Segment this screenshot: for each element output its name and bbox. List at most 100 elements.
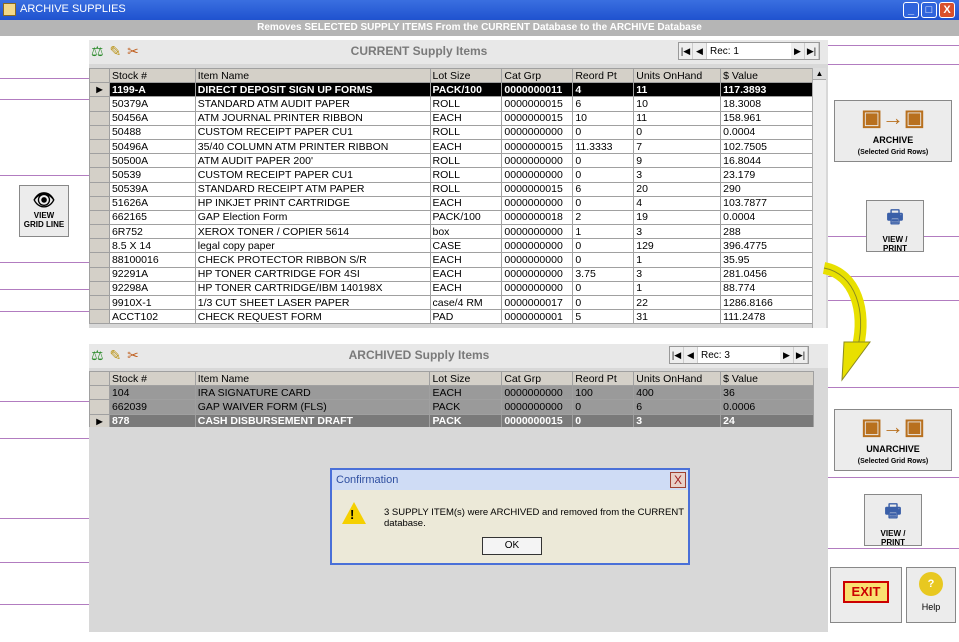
table-cell[interactable]: 662165 [108, 209, 196, 226]
maximize-button[interactable]: □ [921, 2, 937, 18]
table-cell[interactable]: 0000000017 [501, 294, 574, 311]
table-cell[interactable]: 288 [720, 224, 814, 240]
table-row[interactable]: 50456A ATM JOURNAL PRINTER RIBBON EACH 0000… [89, 110, 814, 126]
view-grid-line-button[interactable]: 👁 VIEW GRID LINE [19, 185, 69, 237]
table-cell[interactable]: 0 [572, 153, 635, 169]
table-cell[interactable]: 51626A [108, 195, 196, 211]
column-header[interactable]: Reord Pt [572, 67, 635, 84]
table-cell[interactable]: EACH [429, 138, 503, 155]
table-row[interactable]: 50379A STANDARD ATM AUDIT PAPER ROLL 000000… [89, 96, 814, 112]
table-cell[interactable]: legal copy paper [194, 238, 431, 254]
row-selector[interactable] [89, 280, 110, 297]
table-row[interactable]: 92298A HP TONER CARTRIDGE/IBM 140198X EACH… [89, 280, 814, 297]
current-grid[interactable]: Stock # Item Name Lot Size Cat Grp Reord… [89, 67, 814, 325]
table-cell[interactable]: ATM AUDIT PAPER 200' [194, 153, 431, 169]
table-row[interactable]: 8.5 X 14 legal copy paper CASE 0000000000 0 1… [89, 238, 814, 254]
table-cell[interactable]: box [429, 224, 503, 240]
table-cell[interactable]: 4 [572, 82, 635, 98]
table-cell[interactable]: 35/40 COLUMN ATM PRINTER RIBBON [194, 138, 431, 155]
table-cell[interactable]: 50496A [108, 138, 196, 155]
table-cell[interactable]: case/4 RM [429, 294, 503, 311]
table-cell[interactable]: PACK/100 [429, 209, 503, 226]
table-row[interactable]: 51626A HP INKJET PRINT CARTRIDGE EACH 00000… [89, 195, 814, 211]
row-selector[interactable] [89, 110, 110, 126]
table-cell[interactable]: 1286.8166 [720, 294, 814, 311]
table-cell[interactable]: 11 [633, 110, 722, 126]
table-cell[interactable]: CHECK REQUEST FORM [194, 309, 431, 325]
table-cell[interactable]: GAP WAIVER FORM (FLS) [194, 399, 431, 415]
table-cell[interactable]: 88100016 [108, 252, 196, 268]
table-cell[interactable]: 18.3008 [720, 96, 814, 112]
table-cell[interactable]: EACH [429, 385, 503, 401]
minimize-button[interactable]: _ [903, 2, 919, 18]
column-header[interactable]: $ Value [720, 370, 814, 387]
table-cell[interactable]: 104 [108, 385, 196, 401]
table-cell[interactable]: 0000000000 [501, 238, 574, 254]
table-cell[interactable]: 1 [572, 224, 635, 240]
table-cell[interactable]: 0000000018 [501, 209, 574, 226]
table-cell[interactable]: 0000000000 [501, 167, 574, 183]
column-header[interactable]: Cat Grp [501, 370, 574, 387]
table-cell[interactable]: 31 [633, 309, 722, 325]
row-selector[interactable] [89, 153, 110, 169]
column-header[interactable]: Stock # [108, 370, 196, 387]
table-cell[interactable]: 16.8044 [720, 153, 814, 169]
table-cell[interactable]: 0000000000 [501, 252, 574, 268]
table-cell[interactable]: EACH [429, 266, 503, 282]
table-row[interactable]: 50488 CUSTOM RECEIPT PAPER CU1 ROLL 0000000… [89, 124, 814, 140]
table-row[interactable]: 662039 GAP WAIVER FORM (FLS) PACK 000000000… [89, 399, 814, 415]
table-cell[interactable]: 22 [633, 294, 722, 311]
table-cell[interactable]: EACH [429, 280, 503, 297]
table-cell[interactable]: ROLL [429, 167, 503, 183]
table-cell[interactable]: 396.4775 [720, 238, 814, 254]
row-selector[interactable] [89, 181, 110, 197]
table-cell[interactable]: 0.0006 [720, 399, 814, 415]
table-cell[interactable]: 0000000015 [501, 138, 574, 155]
table-cell[interactable]: 1/3 CUT SHEET LASER PAPER [194, 294, 431, 311]
column-header[interactable]: Stock # [108, 67, 196, 84]
ok-button[interactable]: OK [482, 537, 542, 555]
table-cell[interactable]: 0000000001 [501, 309, 574, 325]
table-cell[interactable]: 103.7877 [720, 195, 814, 211]
table-row[interactable]: 104 IRA SIGNATURE CARD EACH 0000000000 100 40… [89, 385, 814, 401]
table-cell[interactable]: 23.179 [720, 167, 814, 183]
table-row[interactable]: 9910X-1 1/3 CUT SHEET LASER PAPER case/4 R… [89, 294, 814, 311]
table-cell[interactable]: 92291A [108, 266, 196, 282]
table-cell[interactable]: 0 [572, 252, 635, 268]
row-selector[interactable] [89, 96, 110, 112]
table-cell[interactable]: 0000000000 [501, 153, 574, 169]
scroll-up-arrow[interactable]: ▲ [813, 68, 826, 80]
first-record-button[interactable]: |◀ [670, 347, 684, 363]
row-selector[interactable] [89, 252, 110, 268]
prev-record-button[interactable]: ◀ [693, 43, 707, 59]
table-cell[interactable]: PAD [429, 309, 503, 325]
column-header[interactable]: Units OnHand [633, 67, 722, 84]
table-cell[interactable]: 0000000000 [501, 266, 574, 282]
table-row[interactable]: 50496A 35/40 COLUMN ATM PRINTER RIBBON EAC… [89, 138, 814, 155]
table-cell[interactable]: 0.0004 [720, 124, 814, 140]
table-cell[interactable]: 6 [572, 96, 635, 112]
column-header[interactable]: $ Value [720, 67, 814, 84]
row-selector[interactable] [89, 195, 110, 211]
table-cell[interactable]: CUSTOM RECEIPT PAPER CU1 [194, 124, 431, 140]
last-record-button[interactable]: ▶| [805, 43, 819, 59]
table-cell[interactable]: 0 [572, 294, 635, 311]
table-cell[interactable]: 111.2478 [720, 309, 814, 325]
table-cell[interactable]: 11 [633, 82, 722, 98]
column-header[interactable]: Reord Pt [572, 370, 635, 387]
current-record-navigator[interactable]: |◀ ◀ Rec: 1 ▶ ▶| [678, 42, 820, 60]
table-cell[interactable]: 6 [572, 181, 635, 197]
row-selector[interactable]: ▶ [89, 82, 110, 98]
row-selector[interactable] [89, 209, 110, 226]
table-cell[interactable]: HP TONER CARTRIDGE/IBM 140198X [194, 280, 431, 297]
row-selector[interactable] [89, 266, 110, 282]
table-cell[interactable]: CUSTOM RECEIPT PAPER CU1 [194, 167, 431, 183]
prev-record-button[interactable]: ◀ [684, 347, 698, 363]
table-row[interactable]: ▶ 1199-A DIRECT DEPOSIT SIGN UP FORMS PACK/… [89, 82, 814, 98]
table-cell[interactable]: 88.774 [720, 280, 814, 297]
table-cell[interactable]: 19 [633, 209, 722, 226]
table-cell[interactable]: 50456A [108, 110, 196, 126]
table-cell[interactable]: 3 [633, 266, 722, 282]
table-cell[interactable]: 0 [633, 124, 722, 140]
table-cell[interactable]: 0000000000 [501, 124, 574, 140]
